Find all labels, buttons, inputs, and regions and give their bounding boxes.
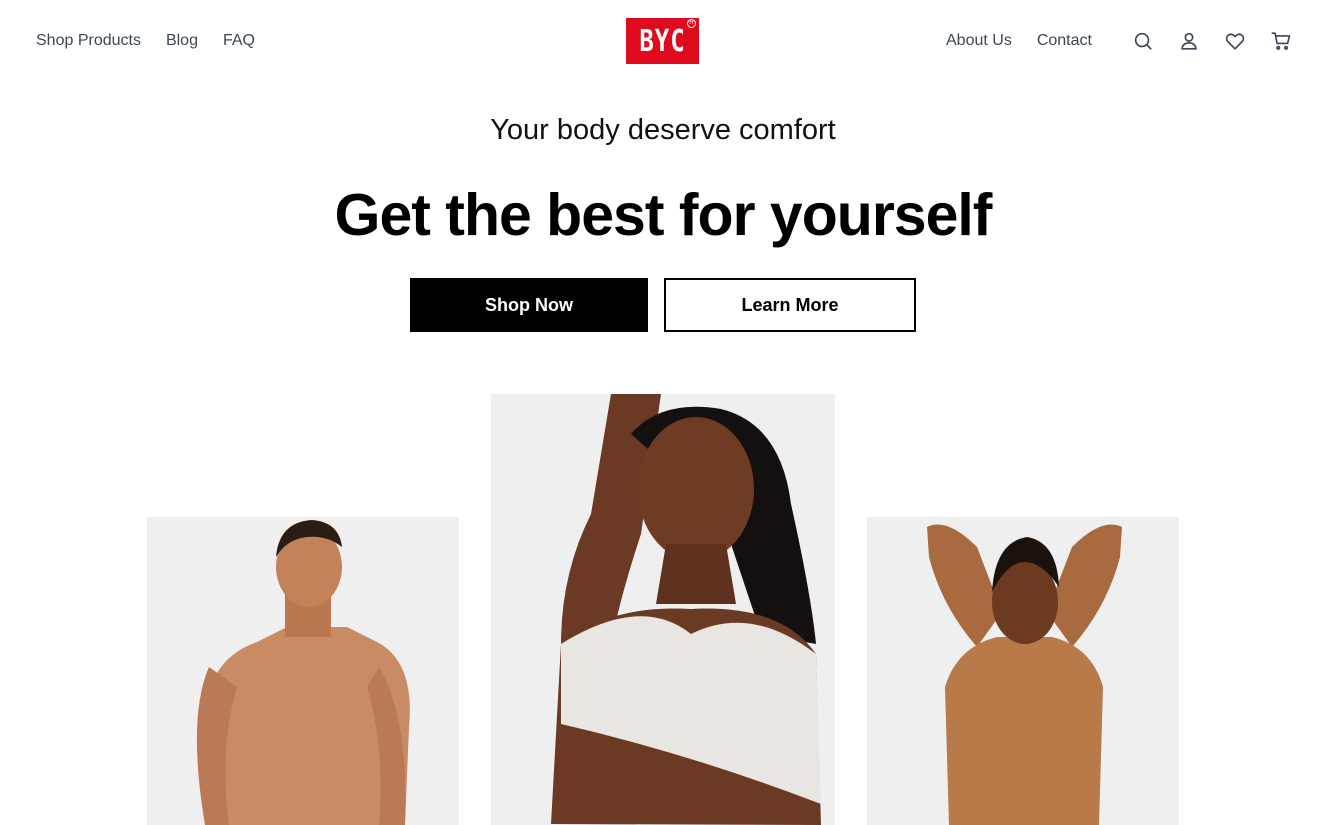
search-icon[interactable] <box>1131 29 1155 53</box>
hero-headline: Get the best for yourself <box>334 182 993 248</box>
shop-now-button[interactable]: Shop Now <box>410 278 648 332</box>
nav-contact[interactable]: Contact <box>1037 31 1092 51</box>
learn-more-button[interactable]: Learn More <box>664 278 916 332</box>
woman-model-photo <box>491 394 835 825</box>
secondary-nav: About Us Contact <box>946 31 1092 51</box>
man-model-photo-2 <box>867 517 1179 825</box>
site-header: Shop Products Blog FAQ BYC R About Us Co… <box>0 0 1326 82</box>
man-model-photo <box>147 517 459 825</box>
cart-icon[interactable] <box>1269 29 1293 53</box>
nav-shop-products[interactable]: Shop Products <box>36 31 141 51</box>
heart-icon[interactable] <box>1223 29 1247 53</box>
nav-faq[interactable]: FAQ <box>223 31 255 51</box>
brand-logo[interactable]: BYC R <box>626 18 699 64</box>
nav-about-us[interactable]: About Us <box>946 31 1012 51</box>
primary-nav: Shop Products Blog FAQ <box>36 31 255 51</box>
registered-mark-icon: R <box>687 19 696 28</box>
brand-logo-text: BYC <box>639 23 686 59</box>
user-icon[interactable] <box>1177 29 1201 53</box>
hero-tagline: Your body deserve comfort <box>490 114 836 146</box>
nav-blog[interactable]: Blog <box>166 31 198 51</box>
header-icons <box>1131 29 1293 53</box>
